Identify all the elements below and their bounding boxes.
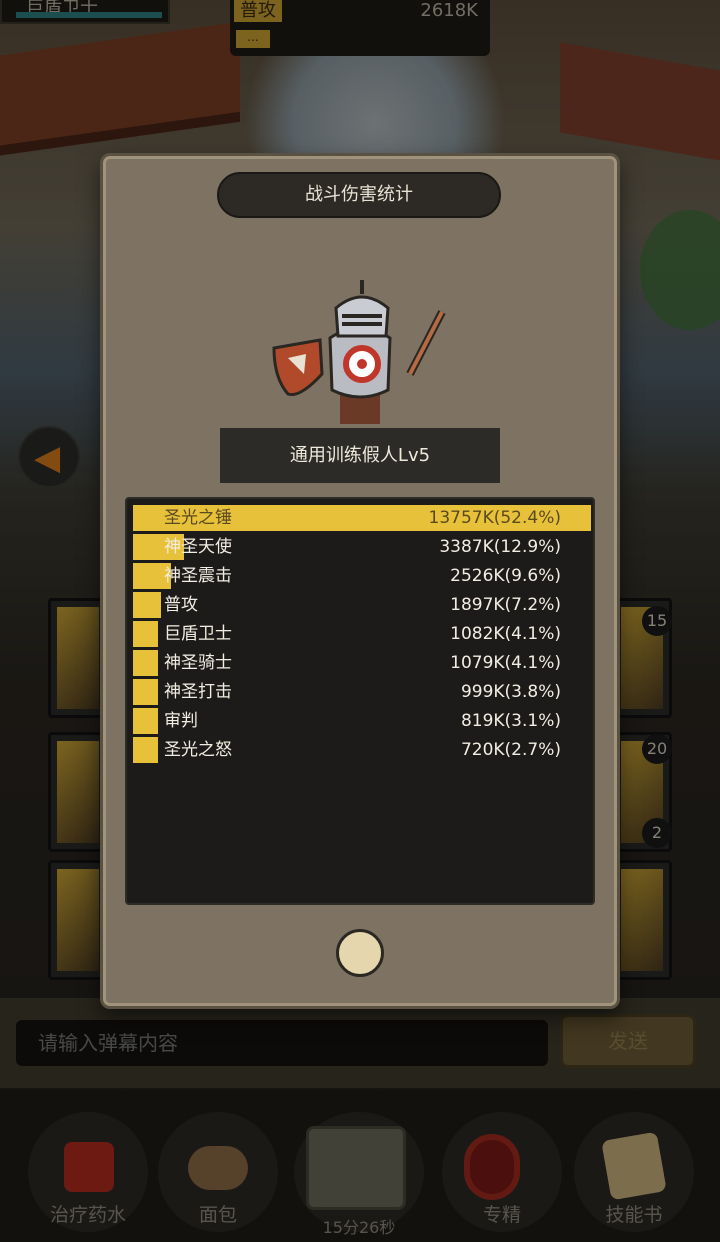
damage-row: 审判 819K(3.1%): [133, 708, 591, 734]
training-dummy-image: [272, 280, 446, 424]
skill-name: 圣光之怒: [164, 740, 232, 760]
skill-name: 巨盾卫士: [164, 624, 232, 644]
damage-bar: [133, 650, 158, 676]
skill-damage: 999K(3.8%): [460, 682, 561, 702]
damage-bar: [133, 592, 161, 618]
skill-name: 神圣打击: [164, 682, 232, 702]
skill-name: 神圣天使: [164, 537, 232, 557]
skill-damage: 2526K(9.6%): [450, 566, 561, 586]
damage-list: 圣光之锤 13757K(52.4%) 神圣天使 3387K(12.9%) 神圣震…: [125, 497, 595, 905]
damage-row: 神圣震击 2526K(9.6%): [133, 563, 591, 589]
target-name: 通用训练假人Lv5: [220, 428, 500, 483]
skill-name: 神圣骑士: [164, 653, 232, 673]
damage-row: 神圣天使 3387K(12.9%): [133, 534, 591, 560]
damage-bar: [133, 737, 158, 763]
skill-name: 审判: [164, 711, 198, 731]
damage-row: 普攻 1897K(7.2%): [133, 592, 591, 618]
skill-damage: 1897K(7.2%): [450, 595, 561, 615]
skill-damage: 1079K(4.1%): [450, 653, 561, 673]
skill-name: 普攻: [164, 595, 198, 615]
damage-row: 圣光之怒 720K(2.7%): [133, 737, 591, 763]
dialog-title: 战斗伤害统计: [217, 172, 501, 218]
damage-row: 圣光之锤 13757K(52.4%): [133, 505, 591, 531]
skill-damage: 3387K(12.9%): [439, 537, 561, 557]
skill-damage: 13757K(52.4%): [428, 508, 562, 528]
damage-row: 神圣打击 999K(3.8%): [133, 679, 591, 705]
skill-name: 圣光之锤: [164, 508, 232, 528]
damage-row: 神圣骑士 1079K(4.1%): [133, 650, 591, 676]
damage-bar: [133, 621, 158, 647]
skill-damage: 720K(2.7%): [460, 740, 561, 760]
damage-bar: [133, 708, 158, 734]
close-button[interactable]: [336, 929, 384, 977]
skill-damage: 819K(3.1%): [460, 711, 561, 731]
damage-bar: [133, 679, 158, 705]
skill-name: 神圣震击: [164, 566, 232, 586]
skill-damage: 1082K(4.1%): [450, 624, 561, 644]
damage-row: 巨盾卫士 1082K(4.1%): [133, 621, 591, 647]
